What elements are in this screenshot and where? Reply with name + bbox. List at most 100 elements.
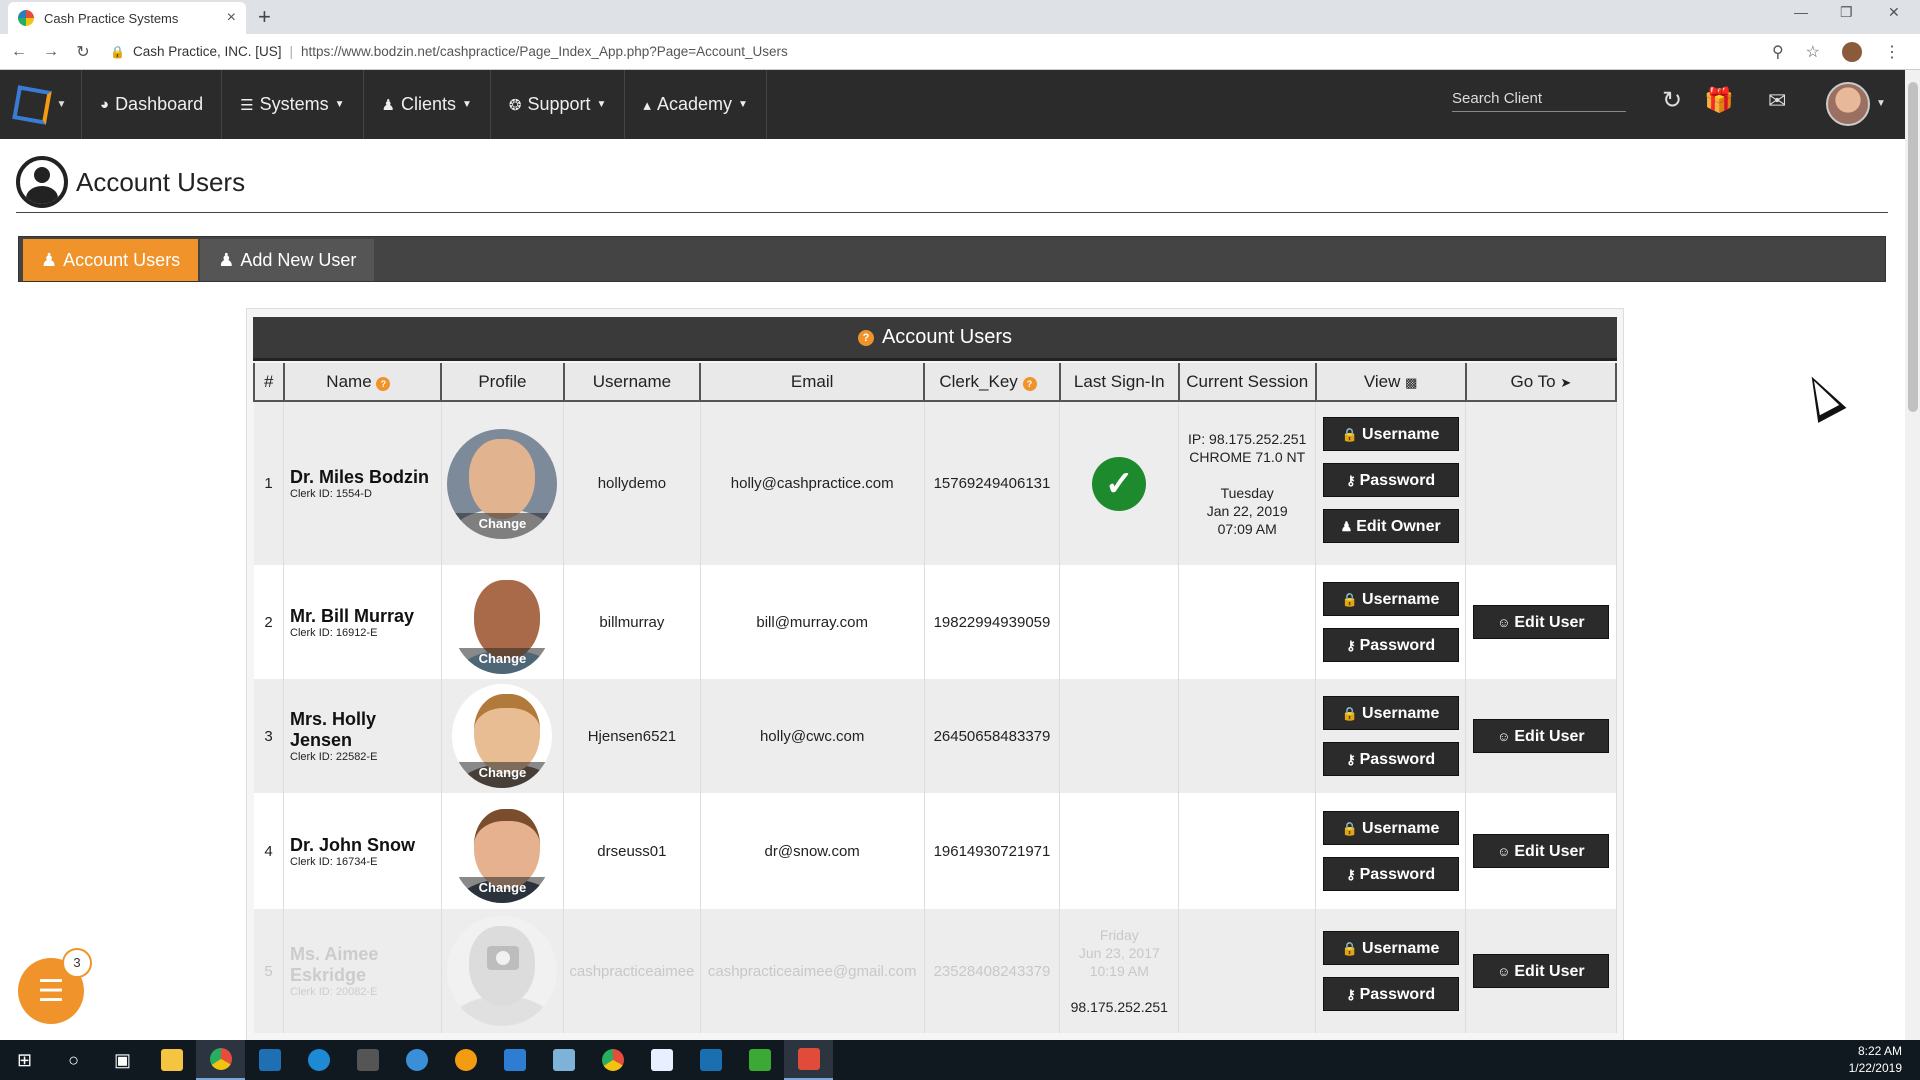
app-icon[interactable] xyxy=(637,1040,686,1080)
minimize-icon[interactable]: — xyxy=(1794,4,1808,20)
gift-icon[interactable]: 🎁 xyxy=(1704,86,1734,115)
app-icon[interactable] xyxy=(392,1040,441,1080)
profile-photo[interactable]: Change xyxy=(452,799,553,903)
chevron-down-icon[interactable]: ▼ xyxy=(1876,98,1886,109)
page-title: Account Users xyxy=(76,166,246,197)
refresh-icon[interactable]: ↻ xyxy=(1662,86,1682,115)
window-close-icon[interactable]: ✕ xyxy=(1888,4,1900,21)
user-name[interactable]: Mrs. Holly Jensen xyxy=(290,709,441,751)
browser-menu-icon[interactable]: ⋮ xyxy=(1884,42,1900,62)
user-icon: ♟ xyxy=(1340,519,1353,534)
back-icon[interactable]: ← xyxy=(6,43,32,61)
help-icon[interactable]: ? xyxy=(1022,376,1037,391)
profile-photo[interactable]: Change xyxy=(452,684,553,788)
reload-icon[interactable]: ↻ xyxy=(70,42,96,62)
change-photo-button[interactable]: Change xyxy=(447,512,558,539)
calculator-icon[interactable] xyxy=(343,1040,392,1080)
button-label: Edit User xyxy=(1514,614,1585,631)
nav-support[interactable]: ❂ Support ▼ xyxy=(491,70,626,139)
profile-photo-placeholder[interactable] xyxy=(447,916,558,1026)
password-button[interactable]: ⚷ Password xyxy=(1322,857,1459,891)
chrome-icon[interactable] xyxy=(588,1040,637,1080)
tab-close-icon[interactable]: × xyxy=(227,9,236,27)
nav-clients[interactable]: ♟ Clients ▼ xyxy=(364,70,491,139)
key-icon: ⚷ xyxy=(1346,638,1356,653)
edge-icon[interactable] xyxy=(294,1040,343,1080)
chevron-down-icon: ▼ xyxy=(461,99,472,110)
chrome-icon[interactable] xyxy=(196,1040,245,1080)
file-explorer-icon[interactable] xyxy=(147,1040,196,1080)
edit-owner-button[interactable]: ♟ Edit Owner xyxy=(1322,509,1459,543)
user-name[interactable]: Mr. Bill Murray xyxy=(290,606,441,627)
app-icon[interactable] xyxy=(539,1040,588,1080)
lock-icon: 🔒 xyxy=(110,44,125,59)
phone-icon[interactable] xyxy=(441,1040,490,1080)
edit-user-button[interactable]: ☺ Edit User xyxy=(1472,605,1609,639)
lock-icon: 🔒 xyxy=(1341,821,1359,836)
user-avatar[interactable] xyxy=(1826,82,1870,126)
forward-icon[interactable]: → xyxy=(38,43,64,61)
col-name[interactable]: Name ? xyxy=(282,363,443,402)
restore-icon[interactable]: ❐ xyxy=(1840,4,1853,21)
last-signin-cell: Friday Jun 23, 2017 10:19 AM 98.175.252.… xyxy=(1059,909,1180,1033)
app-icon[interactable] xyxy=(686,1040,735,1080)
password-button[interactable]: ⚷ Password xyxy=(1322,463,1459,497)
search-client-input[interactable]: Search Client xyxy=(1452,90,1626,112)
edit-user-button[interactable]: ☺ Edit User xyxy=(1472,834,1609,868)
app-icon[interactable] xyxy=(245,1040,294,1080)
col-clerk-key[interactable]: Clerk_Key ? xyxy=(923,363,1061,402)
password-button[interactable]: ⚷ Password xyxy=(1322,977,1459,1011)
change-photo-button[interactable]: Change xyxy=(452,648,553,674)
change-photo-button[interactable]: Change xyxy=(452,762,553,788)
goto-cell: ☺ Edit User xyxy=(1465,909,1617,1033)
site-org: Cash Practice, INC. [US] xyxy=(132,44,282,59)
edit-user-button[interactable]: ☺ Edit User xyxy=(1472,954,1609,988)
browser-profile-avatar[interactable] xyxy=(1842,42,1862,62)
zoom-icon[interactable]: ⚲ xyxy=(1772,42,1784,62)
nav-academy[interactable]: ▴ Academy ▼ xyxy=(625,70,767,139)
user-name[interactable]: Ms. Aimee Eskridge xyxy=(290,944,441,986)
logo-icon xyxy=(11,84,52,125)
username-button[interactable]: 🔒 Username xyxy=(1322,811,1459,845)
change-photo-button[interactable]: Change xyxy=(452,877,553,903)
windows-start-icon[interactable]: ⊞ xyxy=(0,1040,49,1080)
url-field[interactable]: 🔒 Cash Practice, INC. [US] | https://www… xyxy=(110,44,1750,59)
view-toggle-icon[interactable]: ▩ xyxy=(1405,375,1417,390)
password-button[interactable]: ⚷ Password xyxy=(1322,742,1459,776)
user-circle-icon xyxy=(16,156,68,208)
tab-add-new-user[interactable]: ♟ Add New User xyxy=(200,239,375,281)
username-button[interactable]: 🔒 Username xyxy=(1322,417,1459,451)
button-label: Password xyxy=(1359,637,1436,654)
app-logo[interactable]: ▼ xyxy=(0,70,82,139)
tab-account-users[interactable]: ♟ Account Users xyxy=(23,239,199,281)
search-circle-icon[interactable]: ○ xyxy=(49,1040,98,1080)
app-icon[interactable] xyxy=(735,1040,784,1080)
username-button[interactable]: 🔒 Username xyxy=(1322,696,1459,730)
scrollbar-thumb[interactable] xyxy=(1908,82,1918,412)
app-icon[interactable] xyxy=(490,1040,539,1080)
button-label: Username xyxy=(1362,591,1440,608)
bookmark-star-icon[interactable]: ☆ xyxy=(1806,42,1820,62)
profile-photo[interactable]: Change xyxy=(452,570,553,674)
system-clock[interactable]: 8:22 AM 1/22/2019 xyxy=(1849,1043,1902,1077)
user-name[interactable]: Dr. Miles Bodzin xyxy=(290,467,441,488)
lock-icon: 🔒 xyxy=(1341,941,1359,956)
browser-tabbar: Cash Practice Systems × + — ❐ ✕ xyxy=(0,0,1920,34)
username-button[interactable]: 🔒 Username xyxy=(1322,582,1459,616)
help-icon[interactable]: ? xyxy=(376,376,391,391)
clerk-id: Clerk ID: 20082-E xyxy=(290,986,378,998)
nav-label: Clients xyxy=(400,94,456,114)
user-name[interactable]: Dr. John Snow xyxy=(290,835,441,856)
task-view-icon[interactable]: ▣ xyxy=(98,1040,147,1080)
new-tab-button[interactable]: + xyxy=(258,4,271,30)
edit-user-button[interactable]: ☺ Edit User xyxy=(1472,719,1609,753)
help-icon[interactable]: ? xyxy=(857,329,874,346)
browser-tab[interactable]: Cash Practice Systems × xyxy=(8,2,246,34)
app-icon[interactable] xyxy=(784,1040,833,1080)
password-button[interactable]: ⚷ Password xyxy=(1322,628,1459,662)
nav-dashboard[interactable]: ◕ Dashboard xyxy=(82,70,223,139)
profile-photo[interactable]: Change xyxy=(447,428,558,539)
username-button[interactable]: 🔒 Username xyxy=(1322,931,1459,965)
nav-systems[interactable]: ☰ Systems ▼ xyxy=(222,70,364,139)
mail-icon[interactable]: ✉ xyxy=(1768,88,1786,114)
